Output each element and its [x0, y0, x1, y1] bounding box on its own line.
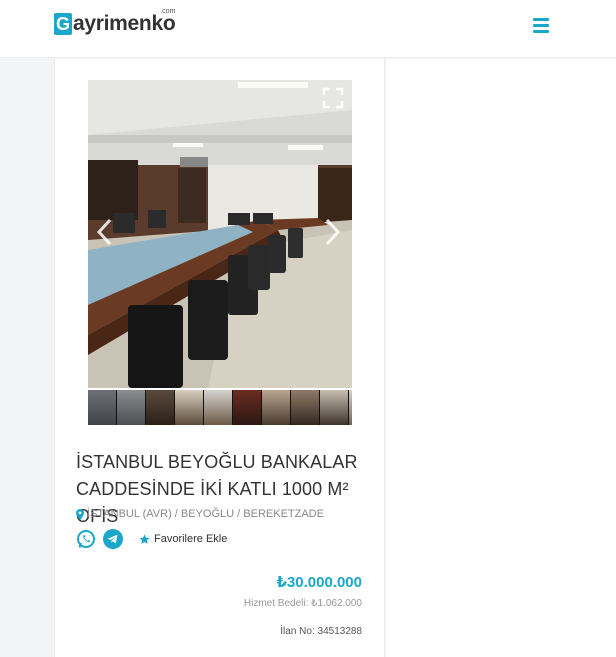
listing-location: İSTANBUL (AVR) / BEYOĞLU / BEREKETZADE [76, 508, 324, 520]
site-logo[interactable]: G ayrimenko .com [54, 8, 176, 35]
photo-gallery [88, 80, 352, 425]
hamburger-menu-icon[interactable] [533, 18, 549, 34]
thumbnail[interactable] [320, 390, 348, 425]
thumbnail[interactable] [291, 390, 319, 425]
listing-number: İlan No: 34513288 [280, 626, 362, 637]
thumbnail[interactable] [175, 390, 203, 425]
thumbnail[interactable] [349, 390, 352, 425]
location-text: İSTANBUL (AVR) / BEYOĞLU / BEREKETZADE [87, 508, 324, 520]
fullscreen-icon[interactable] [322, 87, 344, 109]
site-header: G ayrimenko .com [0, 0, 616, 58]
next-photo-icon[interactable] [325, 218, 341, 246]
thumbnail[interactable] [88, 390, 116, 425]
whatsapp-icon[interactable] [76, 529, 96, 549]
thumbnail[interactable] [233, 390, 261, 425]
main-photo[interactable] [88, 80, 352, 388]
thumbnail[interactable] [146, 390, 174, 425]
add-to-favorites-button[interactable]: Favorilere Ekle [139, 533, 227, 545]
thumbnail[interactable] [262, 390, 290, 425]
share-actions: Favorilere Ekle [76, 529, 227, 549]
map-pin-icon [76, 508, 84, 520]
thumbnail[interactable] [204, 390, 232, 425]
listing-card: İSTANBUL BEYOĞLU BANKALAR CADDESİNDE İKİ… [54, 59, 385, 657]
thumbnail[interactable] [117, 390, 145, 425]
star-icon [139, 533, 150, 544]
telegram-icon[interactable] [103, 529, 123, 549]
listing-price: ₺30.000.000 [276, 574, 362, 591]
logo-text: ayrimenko [73, 12, 176, 35]
thumbnail-strip [88, 390, 352, 425]
side-panel [386, 59, 616, 657]
favorite-label: Favorilere Ekle [154, 533, 228, 545]
logo-suffix: .com [160, 8, 176, 15]
previous-photo-icon[interactable] [96, 218, 112, 246]
logo-mark: G [54, 13, 72, 35]
service-fee: Hizmet Bedeli: ₺1.062.000 [243, 598, 362, 609]
